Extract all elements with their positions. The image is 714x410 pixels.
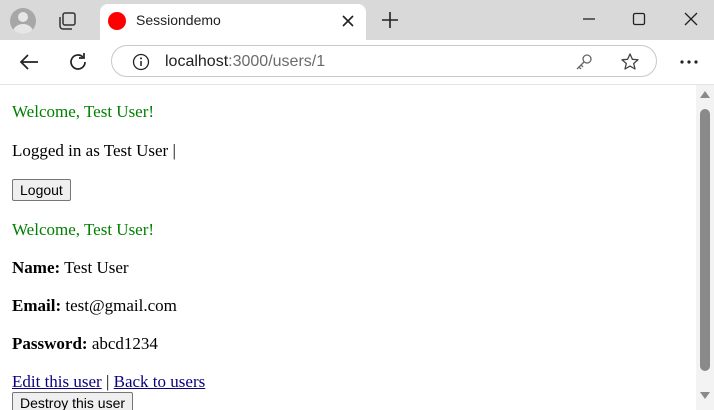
password-label: Password: bbox=[12, 334, 88, 353]
scroll-down-arrow-icon[interactable] bbox=[700, 392, 710, 399]
user-name-row: Name: Test User bbox=[12, 258, 129, 278]
user-links: Edit this user | Back to users bbox=[12, 372, 205, 392]
page-content: Welcome, Test User! Logged in as Test Us… bbox=[0, 85, 696, 410]
back-arrow-icon[interactable] bbox=[18, 51, 40, 73]
welcome-notice-2: Welcome, Test User! bbox=[12, 220, 155, 239]
name-value: Test User bbox=[64, 258, 129, 277]
address-bar[interactable]: localhost:3000/users/1 bbox=[111, 45, 657, 77]
edit-user-link[interactable]: Edit this user bbox=[12, 372, 102, 391]
tab-title: Sessiondemo bbox=[136, 12, 221, 28]
favicon bbox=[108, 12, 126, 30]
minimize-icon[interactable] bbox=[580, 10, 598, 28]
scroll-up-arrow-icon[interactable] bbox=[700, 91, 710, 98]
tab-sessiondemo[interactable]: Sessiondemo bbox=[100, 4, 366, 40]
title-bar: Sessiondemo bbox=[0, 0, 714, 40]
email-label: Email: bbox=[12, 296, 62, 315]
name-label: Name: bbox=[12, 258, 61, 277]
destroy-user-button[interactable]: Destroy this user bbox=[12, 392, 134, 410]
link-separator: | bbox=[105, 372, 110, 391]
avatar-icon[interactable] bbox=[10, 8, 36, 34]
user-email-row: Email: test@gmail.com bbox=[12, 296, 177, 316]
user-password-row: Password: abcd1234 bbox=[12, 334, 158, 354]
star-icon[interactable] bbox=[620, 52, 640, 72]
welcome-notice: Welcome, Test User! bbox=[12, 102, 155, 121]
close-window-icon[interactable] bbox=[682, 10, 700, 28]
back-to-users-link[interactable]: Back to users bbox=[114, 372, 206, 391]
logout-button[interactable]: Logout bbox=[12, 179, 71, 201]
url-text[interactable]: localhost:3000/users/1 bbox=[165, 53, 325, 71]
vertical-scrollbar[interactable] bbox=[696, 85, 714, 410]
plus-icon[interactable] bbox=[380, 10, 400, 30]
info-icon[interactable] bbox=[132, 53, 150, 71]
browser-toolbar: localhost:3000/users/1 bbox=[0, 40, 714, 85]
url-path: :3000/users/1 bbox=[228, 53, 326, 70]
logged-in-text: Logged in as Test User | bbox=[12, 141, 176, 160]
tabs-icon[interactable] bbox=[56, 10, 78, 32]
email-value: test@gmail.com bbox=[65, 296, 177, 315]
key-icon[interactable] bbox=[574, 52, 594, 72]
maximize-icon[interactable] bbox=[630, 10, 648, 28]
reload-icon[interactable] bbox=[67, 51, 89, 73]
scroll-thumb[interactable] bbox=[700, 109, 710, 371]
more-icon[interactable] bbox=[678, 52, 700, 72]
password-value: abcd1234 bbox=[91, 334, 158, 353]
url-host: localhost bbox=[165, 53, 229, 70]
close-icon[interactable] bbox=[340, 13, 356, 29]
